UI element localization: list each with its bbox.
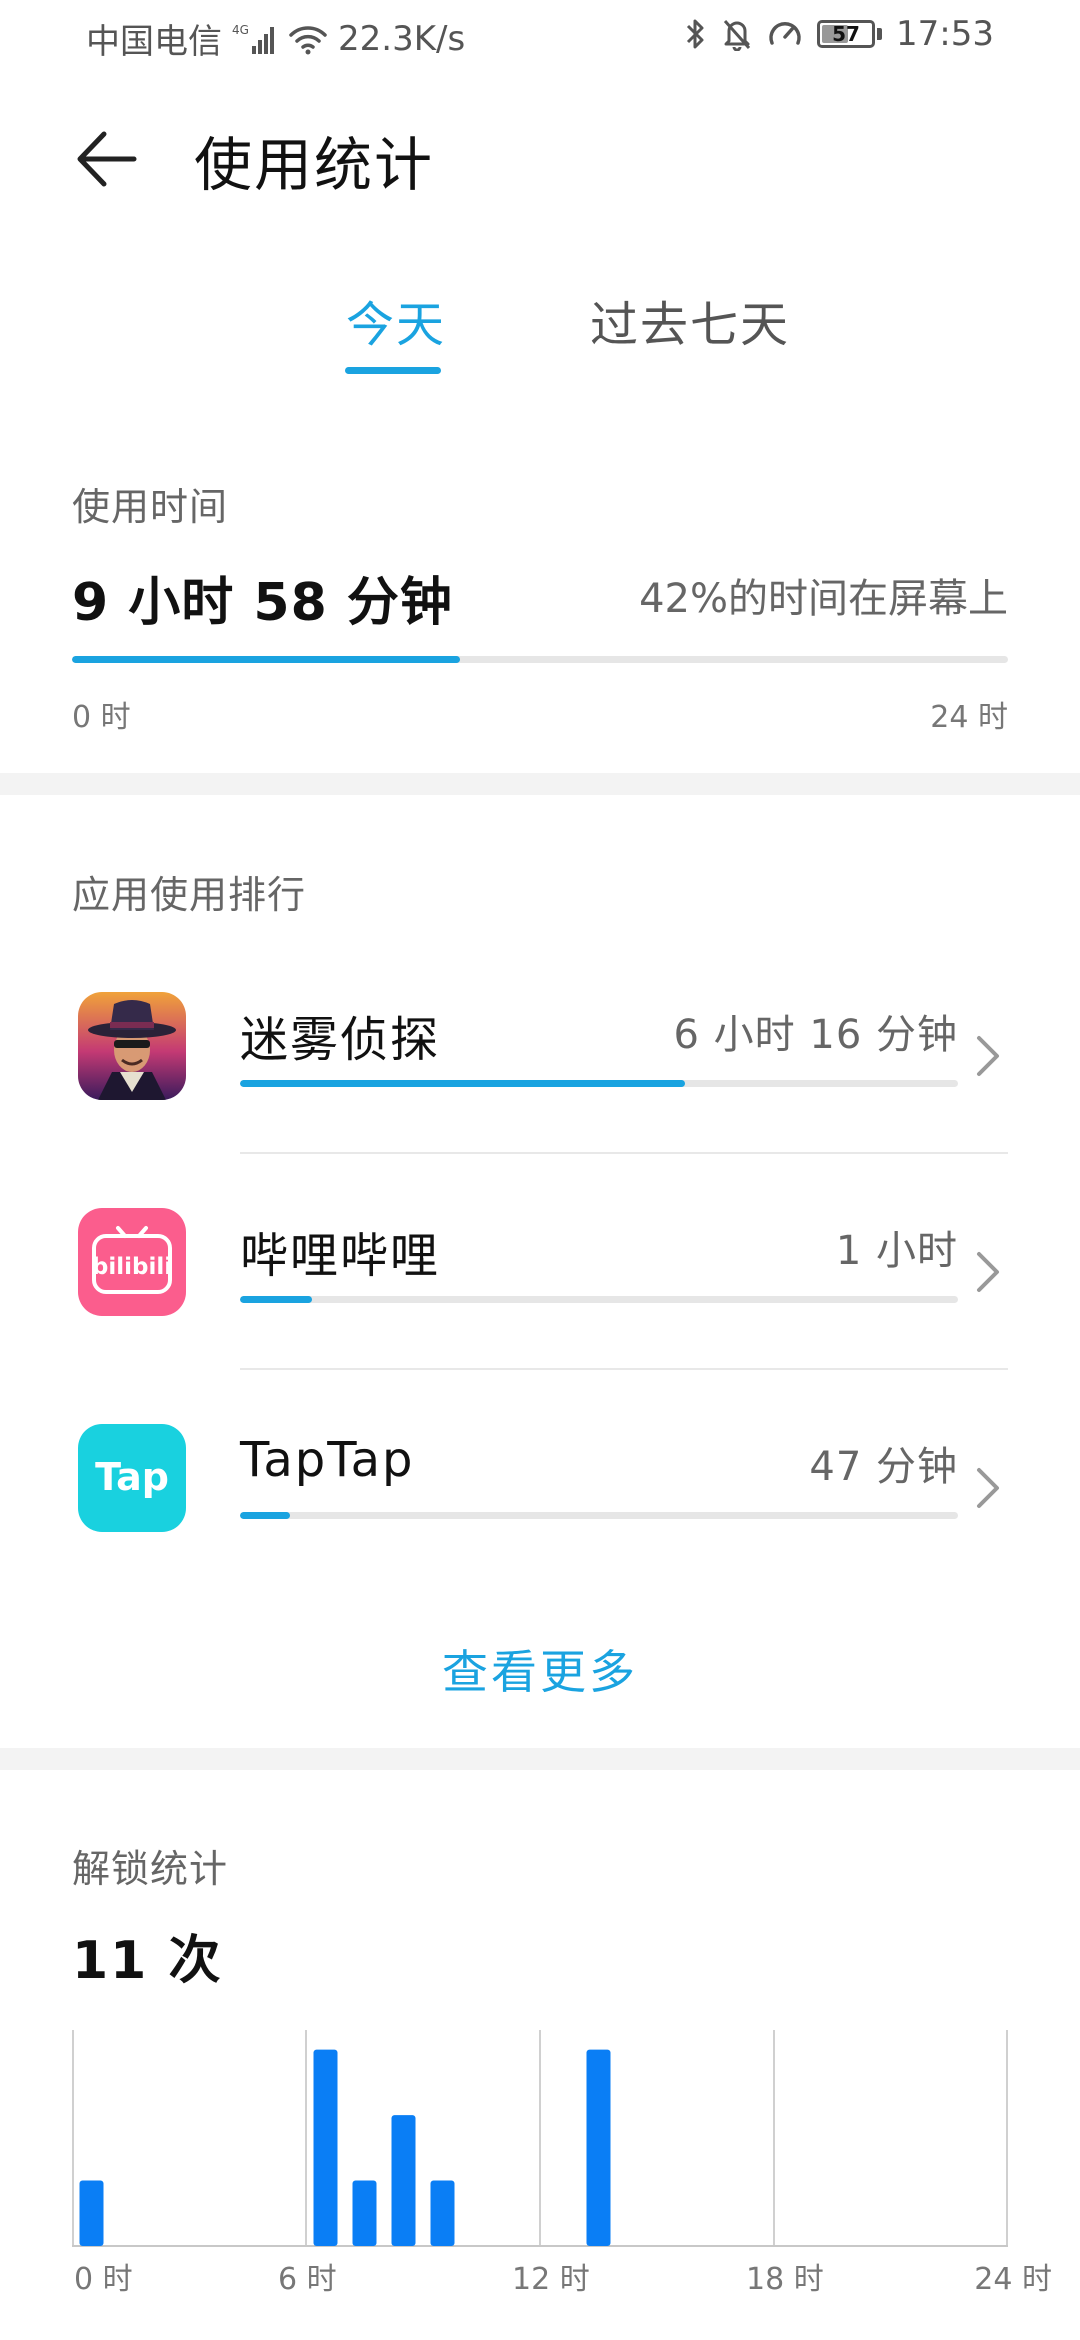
chevron-right-icon xyxy=(968,1242,1008,1302)
app-row-midu-detective[interactable]: 迷雾侦探 6 小时 16 分钟 xyxy=(0,960,1080,1176)
app-row-taptap[interactable]: Tap TapTap 47 分钟 xyxy=(0,1392,1080,1608)
unlock-bar xyxy=(430,2180,455,2246)
usage-time-label: 使用时间 xyxy=(72,485,229,529)
section-divider xyxy=(0,1748,1080,1770)
usage-progress-track xyxy=(72,656,1008,663)
app-ranking-label: 应用使用排行 xyxy=(72,873,307,917)
unlock-bar xyxy=(79,2180,104,2246)
usage-axis-start: 0 时 xyxy=(72,700,131,735)
bilibili-logo-text: bilibili xyxy=(92,1254,172,1280)
unlock-bar xyxy=(586,2049,611,2246)
app-usage-track xyxy=(240,1080,958,1087)
usage-axis-end: 24 时 xyxy=(930,700,1008,735)
status-bar: 中国电信 4G 22.3K/s 57 17:53 xyxy=(0,0,1080,72)
taptap-logo-text: Tap xyxy=(95,1455,169,1499)
app-usage-time: 47 分钟 xyxy=(809,1444,958,1490)
app-usage-fill xyxy=(240,1080,686,1087)
taptap-app-icon: Tap xyxy=(78,1424,186,1532)
chevron-right-icon xyxy=(968,1026,1008,1086)
detective-app-icon xyxy=(78,992,186,1100)
chart-x-tick-label: 18 时 xyxy=(746,2262,824,2297)
period-tabs: 今天 过去七天 xyxy=(0,285,1080,395)
page-title: 使用统计 xyxy=(194,131,435,199)
speedometer-icon xyxy=(767,17,803,51)
tab-today[interactable]: 今天 xyxy=(346,285,446,355)
app-usage-time: 6 小时 16 分钟 xyxy=(673,1012,958,1058)
unlock-bar xyxy=(391,2115,416,2246)
battery-tip xyxy=(877,28,883,40)
unlock-bar xyxy=(352,2180,377,2246)
app-usage-track xyxy=(240,1296,958,1303)
app-name: TapTap xyxy=(240,1432,415,1488)
clock-time: 17:53 xyxy=(896,14,994,54)
unlock-bar xyxy=(313,2049,338,2246)
tab-past-seven-days[interactable]: 过去七天 xyxy=(590,285,790,355)
app-row-bilibili[interactable]: bilibili 哔哩哔哩 1 小时 xyxy=(0,1176,1080,1392)
chevron-right-icon xyxy=(968,1458,1008,1518)
app-usage-fill xyxy=(240,1512,291,1519)
unlock-stats-label: 解锁统计 xyxy=(72,1847,229,1891)
carrier-name: 中国电信 xyxy=(86,22,222,62)
app-name: 迷雾侦探 xyxy=(240,1012,441,1068)
unlock-bar-chart xyxy=(72,2030,1008,2247)
chart-x-tick-label: 6 时 xyxy=(278,2262,337,2297)
status-bar-left: 中国电信 4G 22.3K/s xyxy=(86,14,465,63)
usage-statistics-screen: 中国电信 4G 22.3K/s 57 17:53 使用统计 今天 过去七天 使用… xyxy=(0,0,1080,2340)
bilibili-app-icon: bilibili xyxy=(78,1208,186,1316)
usage-percent-text: 42%的时间在屏幕上 xyxy=(639,576,1008,622)
row-divider xyxy=(240,1368,1008,1370)
usage-total-time: 9 小时 58 分钟 xyxy=(72,573,453,633)
chart-x-tick-label: 0 时 xyxy=(74,2262,133,2297)
row-divider xyxy=(240,1152,1008,1154)
usage-progress-fill xyxy=(72,656,461,663)
unlock-count: 11 次 xyxy=(72,1931,223,1991)
cellular-signal-icon: 4G xyxy=(232,22,278,56)
app-usage-time: 1 小时 xyxy=(835,1228,958,1274)
back-button[interactable] xyxy=(72,124,142,194)
silent-bell-icon xyxy=(721,17,753,51)
bluetooth-icon xyxy=(685,17,707,51)
see-more-link[interactable]: 查看更多 xyxy=(0,1636,1080,1702)
battery-icon: 57 xyxy=(817,20,876,48)
status-bar-right: 57 17:53 xyxy=(685,14,994,54)
chart-x-tick-label: 12 时 xyxy=(512,2262,590,2297)
app-header: 使用统计 xyxy=(0,100,1080,220)
app-usage-fill xyxy=(240,1296,312,1303)
network-type-text: 4G xyxy=(232,23,249,37)
chart-x-tick-label: 24 时 xyxy=(974,2262,1052,2297)
tab-selected-indicator xyxy=(345,367,441,374)
app-name: 哔哩哔哩 xyxy=(240,1228,441,1284)
back-arrow-icon xyxy=(77,131,137,187)
app-usage-track xyxy=(240,1512,958,1519)
wifi-icon xyxy=(288,23,328,55)
section-divider xyxy=(0,773,1080,795)
network-speed: 22.3K/s xyxy=(338,18,466,59)
battery-level: 57 xyxy=(832,22,860,46)
